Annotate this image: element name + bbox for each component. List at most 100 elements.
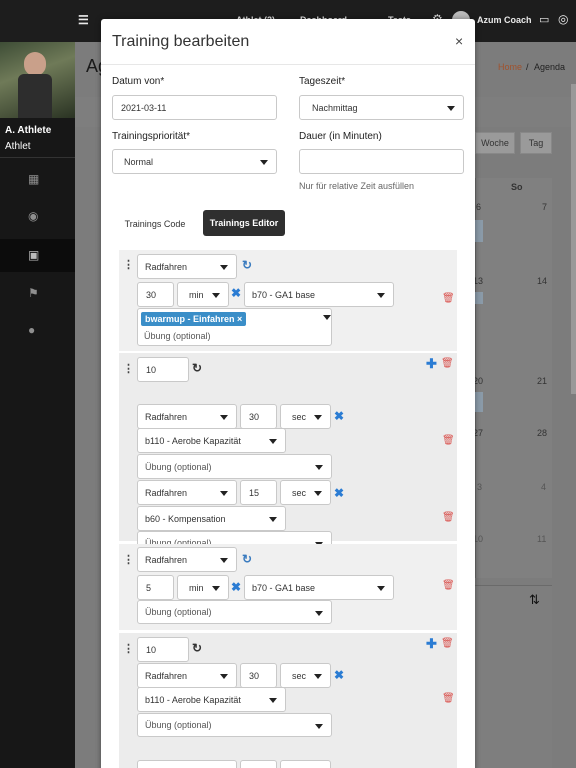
day-cell[interactable]: 4 [541,482,546,492]
eye-icon[interactable]: ◉ [28,209,38,223]
trash-icon[interactable]: 🗑 [442,693,455,704]
sport-select[interactable]: Radfahren [137,663,237,688]
col-sunday: So [511,182,523,192]
zone-select[interactable]: b70 - GA1 base [244,575,394,600]
unit-select[interactable]: sec [280,663,331,688]
unit-select[interactable]: sec [280,480,331,505]
sport-select[interactable]: Radfahren [137,547,237,572]
uebung-placeholder: Übung (optional) [145,607,212,617]
remove-x-icon[interactable]: ✖ [231,286,241,300]
repeat-count-input[interactable]: 10 [137,357,189,382]
trash-icon[interactable]: 🗑 [442,512,455,523]
day-cell[interactable]: 3 [477,482,482,492]
event-chip[interactable] [475,392,483,412]
training-block: ⋮⋮ Radfahren ↻ 5 min ✖ b70 - GA1 base 🗑 … [119,544,457,630]
duration-input[interactable]: 5 [137,575,174,600]
tag-label: bwarmup - Einfahren [145,314,235,324]
zone-select[interactable]: b110 - Aerobe Kapazität [137,687,286,712]
refresh-icon[interactable]: ↻ [242,258,252,272]
uebung-placeholder: Übung (optional) [145,461,212,472]
sport-select[interactable]: Radfahren [137,404,237,429]
expand-arrows-icon[interactable]: ⇅ [529,592,540,608]
athlete-photo [0,42,75,118]
unit-select[interactable]: sec [280,760,331,768]
duration-input[interactable]: 15 [240,480,277,505]
duration-input[interactable]: 15 [240,760,277,768]
event-chip[interactable] [475,292,483,304]
calendar-icon[interactable]: ▣ [28,248,39,262]
remove-x-icon[interactable]: ✖ [231,580,241,594]
duration-input[interactable]: 30 [240,663,277,688]
dauer-hint: Nur für relative Zeit ausfüllen [299,181,415,191]
zone-select[interactable]: b110 - Aerobe Kapazität [137,428,286,453]
view-tag-button[interactable]: Tag [520,132,552,154]
trash-icon[interactable]: 🗑 [441,358,454,369]
breadcrumb-sep: / [526,62,529,72]
modal-header: Training bearbeiten × [101,19,475,65]
uebung-select[interactable]: Übung (optional) [137,454,332,479]
remove-x-icon[interactable]: ✖ [334,486,344,500]
duration-input[interactable]: 30 [240,404,277,429]
trash-icon[interactable]: 🗑 [442,580,455,591]
unit-select[interactable]: sec [280,404,331,429]
tageszeit-select[interactable]: Nachmittag [299,95,464,120]
globe-icon[interactable]: ◎ [558,12,568,26]
plus-icon[interactable]: ✚ [426,356,437,372]
zone-select[interactable]: b60 - Kompensation [137,506,286,531]
zone-select[interactable]: b70 - GA1 base [244,282,394,307]
prio-select[interactable]: Normal [112,149,277,174]
duration-input[interactable]: 30 [137,282,174,307]
modal-title: Training bearbeiten [112,33,250,50]
sport-select[interactable]: Radfahren [137,480,237,505]
trash-icon[interactable]: 🗑 [441,638,454,649]
view-woche-button[interactable]: Woche [475,132,515,154]
day-cell[interactable]: 6 [476,202,481,212]
card-icon[interactable]: ▭ [539,13,549,26]
unit-select[interactable]: min [177,575,229,600]
day-cell[interactable]: 28 [537,428,547,438]
breadcrumb-home[interactable]: Home [498,62,522,72]
coach-name[interactable]: Azum Coach [477,15,532,25]
sport-select[interactable]: Radfahren [137,760,237,768]
repeat-count-input[interactable]: 10 [137,637,189,662]
trash-icon[interactable]: 🗑 [442,435,455,446]
menu-toggle-icon[interactable]: ☰ [78,13,89,27]
dauer-input[interactable] [299,149,464,174]
day-cell[interactable]: 7 [542,202,547,212]
tab-trainings-editor[interactable]: Trainings Editor [203,210,285,236]
remove-x-icon[interactable]: ✖ [334,409,344,423]
training-block: ⋮⋮ Radfahren ↻ 30 min ✖ b70 - GA1 base 🗑… [119,250,457,351]
day-cell[interactable]: 21 [537,376,547,386]
event-chip[interactable] [475,220,483,242]
repeat-block: ⋮⋮ 10 ↻ ✚ 🗑 Radfahren 30 sec ✖ b110 - Ae… [119,633,457,768]
trash-icon[interactable]: 🗑 [442,293,455,304]
scrollbar[interactable] [571,84,576,394]
uebung-select[interactable]: Übung (optional) [137,600,332,624]
dashboard-icon[interactable]: ▦ [28,172,39,186]
dauer-label: Dauer (in Minuten) [299,131,382,142]
tag-remove-icon[interactable]: × [237,314,242,324]
flag-icon[interactable]: ⚑ [28,286,39,300]
repeat-icon[interactable]: ↻ [192,361,202,375]
uebung-select[interactable]: Übung (optional) [137,713,332,737]
unit-select[interactable]: min [177,282,229,307]
training-edit-modal: Training bearbeiten × Datum von* 2021-03… [101,19,475,768]
close-icon[interactable]: × [455,33,463,49]
breadcrumb-current: Agenda [534,62,566,72]
athlete-name: A. Athlete [5,125,52,136]
tag-chip: bwarmup - Einfahren × [141,312,247,326]
day-cell[interactable]: 11 [537,534,546,544]
side-panel [475,585,552,768]
plus-icon[interactable]: ✚ [426,636,437,652]
repeat-block: ⋮⋮ 10 ↻ ✚ 🗑 Radfahren 30 sec ✖ b110 - Ae… [119,353,457,555]
user-icon[interactable]: ● [28,323,35,337]
uebung-placeholder: Übung (optional) [144,331,211,341]
datum-input[interactable]: 2021-03-11 [112,95,277,120]
refresh-icon[interactable]: ↻ [242,552,252,566]
sport-select[interactable]: Radfahren [137,254,237,279]
remove-x-icon[interactable]: ✖ [334,668,344,682]
day-cell[interactable]: 14 [537,276,547,286]
uebung-multiselect[interactable]: bwarmup - Einfahren × Übung (optional) [137,308,332,346]
repeat-icon[interactable]: ↻ [192,641,202,655]
tab-trainings-code[interactable]: Trainings Code [113,211,197,237]
